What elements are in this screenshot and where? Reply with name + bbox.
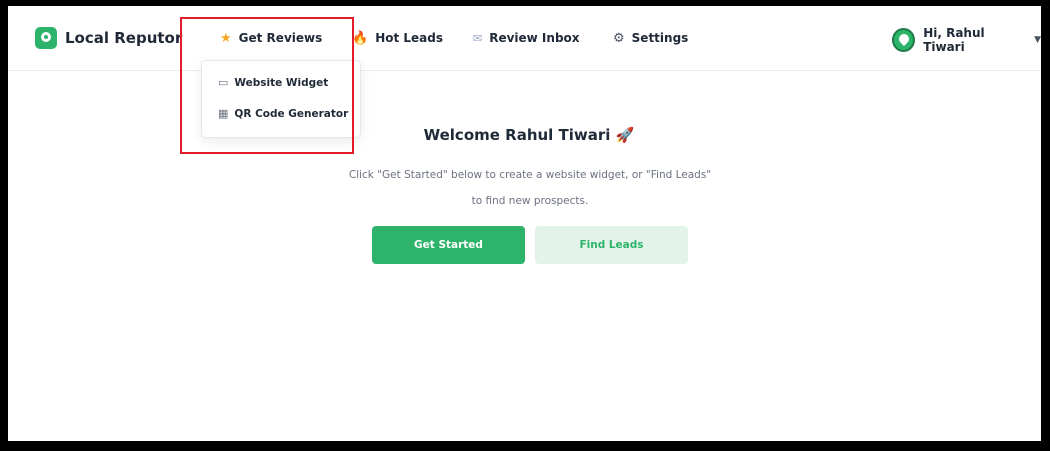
- brand[interactable]: Local Reputor: [35, 27, 182, 49]
- annotation-highlight-box: [180, 17, 354, 154]
- location-pin-icon: [35, 27, 57, 49]
- chevron-down-icon: ▼: [1034, 35, 1041, 45]
- screenshot-border-left: [0, 0, 8, 451]
- nav-settings[interactable]: ⚙ Settings: [613, 31, 688, 45]
- rocket-icon: 🚀: [615, 126, 635, 144]
- get-started-button[interactable]: Get Started: [372, 226, 525, 264]
- nav-label: Hot Leads: [375, 31, 444, 45]
- avatar: [892, 28, 916, 52]
- top-navbar: Local Reputor ★ Get Reviews 🔥 Hot Leads …: [8, 6, 1041, 71]
- welcome-text: Welcome Rahul Tiwari: [423, 126, 611, 144]
- welcome-heading: Welcome Rahul Tiwari 🚀: [370, 126, 688, 144]
- inbox-icon: ✉: [473, 31, 483, 45]
- screenshot-border-bottom: [0, 441, 1050, 451]
- fire-icon: 🔥: [352, 30, 369, 46]
- find-leads-button[interactable]: Find Leads: [535, 226, 688, 264]
- welcome-subtitle: Click "Get Started" below to create a we…: [300, 162, 760, 214]
- gear-icon: ⚙: [613, 30, 625, 46]
- nav-hot-leads[interactable]: 🔥 Hot Leads: [352, 31, 443, 45]
- user-greeting: Hi, Rahul Tiwari: [923, 26, 985, 54]
- nav-review-inbox[interactable]: ✉ Review Inbox: [473, 31, 580, 45]
- subtitle-line: Click "Get Started" below to create a we…: [348, 169, 712, 181]
- user-menu[interactable]: Hi, Rahul Tiwari ▼: [892, 26, 1041, 54]
- screenshot-border-right: [1041, 0, 1050, 451]
- subtitle-line: to find new prospects.: [471, 195, 589, 207]
- nav-label: Settings: [631, 31, 689, 45]
- nav-label: Review Inbox: [489, 31, 580, 45]
- brand-name: Local Reputor: [65, 29, 183, 47]
